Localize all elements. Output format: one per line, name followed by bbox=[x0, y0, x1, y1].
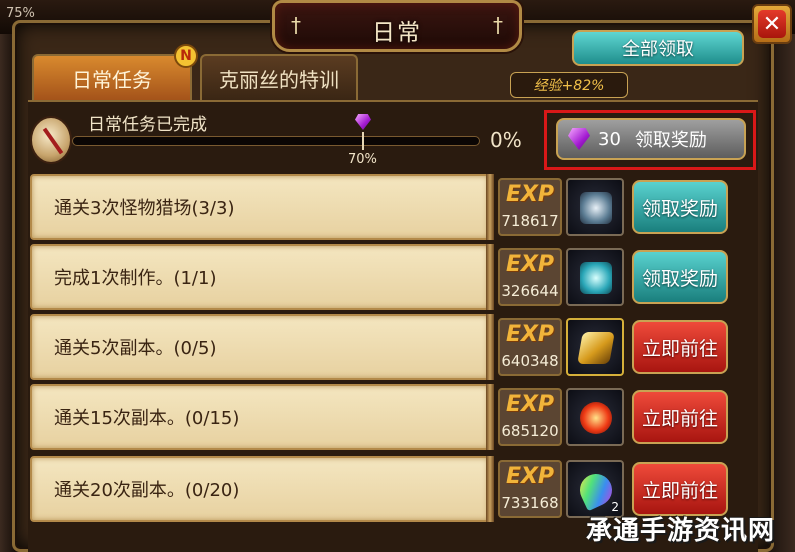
new-badge: N bbox=[174, 44, 198, 68]
task-text: 通关20次副本。(0/20) bbox=[54, 480, 240, 501]
go-now-button[interactable]: 立即前往 bbox=[632, 462, 728, 516]
reward-item-slot[interactable] bbox=[566, 388, 624, 446]
task-row: 通关15次副本。(0/15) EXP 685120 立即前往 bbox=[30, 384, 758, 450]
go-now-button[interactable]: 立即前往 bbox=[632, 390, 728, 444]
scroll-rod bbox=[486, 314, 494, 380]
gem-marker-icon bbox=[355, 114, 373, 132]
task-row: 通关3次怪物猎场(3/3) EXP 718617 领取奖励 bbox=[30, 174, 758, 240]
scroll-rod bbox=[486, 244, 494, 310]
progress-bar bbox=[72, 136, 480, 146]
reward-button-label: 领取奖励 bbox=[634, 130, 707, 151]
exp-label: EXP bbox=[505, 182, 555, 207]
task-parchment: 通关20次副本。(0/20) bbox=[30, 456, 490, 522]
task-parchment: 通关3次怪物猎场(3/3) bbox=[30, 174, 490, 240]
scroll-icon bbox=[30, 116, 72, 164]
close-icon: ✕ bbox=[758, 10, 786, 38]
exp-value: 718617 bbox=[501, 212, 559, 230]
tab-chris-training[interactable]: 克丽丝的特训 bbox=[200, 54, 358, 100]
title-plate: † 日常 † bbox=[272, 0, 522, 52]
exp-value: 685120 bbox=[501, 422, 559, 440]
milestone-line bbox=[362, 132, 364, 150]
cross-ornament-icon: † bbox=[493, 13, 503, 37]
crystal-ore-icon bbox=[580, 262, 612, 294]
milestone-label: 70% bbox=[348, 152, 377, 167]
ore-icon bbox=[580, 192, 612, 224]
scroll-rod bbox=[486, 174, 494, 240]
watermark: 承通手游资讯网 bbox=[586, 516, 776, 546]
task-text: 通关5次副本。(0/5) bbox=[54, 338, 217, 359]
close-button[interactable]: ✕ bbox=[752, 4, 792, 44]
window-title: 日常 bbox=[372, 20, 422, 46]
claim-all-button[interactable]: 全部领取 bbox=[572, 30, 744, 66]
exp-reward: EXP 640348 bbox=[498, 318, 562, 376]
progress-label: 日常任务已完成 bbox=[88, 115, 207, 135]
task-text: 通关3次怪物猎场(3/3) bbox=[54, 198, 235, 219]
tab-label: 克丽丝的特训 bbox=[219, 67, 339, 92]
exp-value: 733168 bbox=[501, 494, 559, 512]
task-row: 通关5次副本。(0/5) EXP 640348 立即前往 bbox=[30, 314, 758, 380]
progress-percent: 0% bbox=[490, 128, 522, 152]
claim-reward-button[interactable]: 领取奖励 bbox=[632, 250, 728, 304]
exp-reward: EXP 718617 bbox=[498, 178, 562, 236]
exp-label: EXP bbox=[505, 392, 555, 417]
exp-bonus-badge: 经验+82% bbox=[510, 72, 628, 98]
reward-item-slot[interactable] bbox=[566, 318, 624, 376]
task-parchment: 完成1次制作。(1/1) bbox=[30, 244, 490, 310]
milestone-reward-button[interactable]: 30 领取奖励 bbox=[556, 118, 746, 160]
scroll-rod bbox=[486, 456, 494, 522]
gold-bar-icon bbox=[577, 332, 615, 364]
fire-orb-icon bbox=[580, 402, 612, 434]
task-row: 完成1次制作。(1/1) EXP 326644 领取奖励 bbox=[30, 244, 758, 310]
tab-label: 日常任务 bbox=[72, 67, 152, 92]
background-percent-text: 75% bbox=[6, 6, 35, 21]
task-parchment: 通关15次副本。(0/15) bbox=[30, 384, 490, 450]
exp-value: 326644 bbox=[501, 282, 559, 300]
scroll-rod bbox=[486, 384, 494, 450]
exp-reward: EXP 733168 bbox=[498, 460, 562, 518]
exp-reward: EXP 685120 bbox=[498, 388, 562, 446]
exp-reward: EXP 326644 bbox=[498, 248, 562, 306]
tab-daily-tasks[interactable]: 日常任务 bbox=[32, 54, 192, 100]
exp-label: EXP bbox=[505, 464, 555, 489]
reward-count: 30 bbox=[598, 128, 621, 150]
exp-label: EXP bbox=[505, 252, 555, 277]
gem-icon bbox=[568, 128, 590, 150]
claim-reward-button[interactable]: 领取奖励 bbox=[632, 180, 728, 234]
exp-value: 640348 bbox=[501, 352, 559, 370]
reward-item-slot[interactable] bbox=[566, 248, 624, 306]
task-parchment: 通关5次副本。(0/5) bbox=[30, 314, 490, 380]
go-now-button[interactable]: 立即前往 bbox=[632, 320, 728, 374]
reward-item-slot[interactable] bbox=[566, 178, 624, 236]
task-text: 完成1次制作。(1/1) bbox=[54, 268, 217, 289]
task-text: 通关15次副本。(0/15) bbox=[54, 408, 240, 429]
exp-label: EXP bbox=[505, 322, 555, 347]
